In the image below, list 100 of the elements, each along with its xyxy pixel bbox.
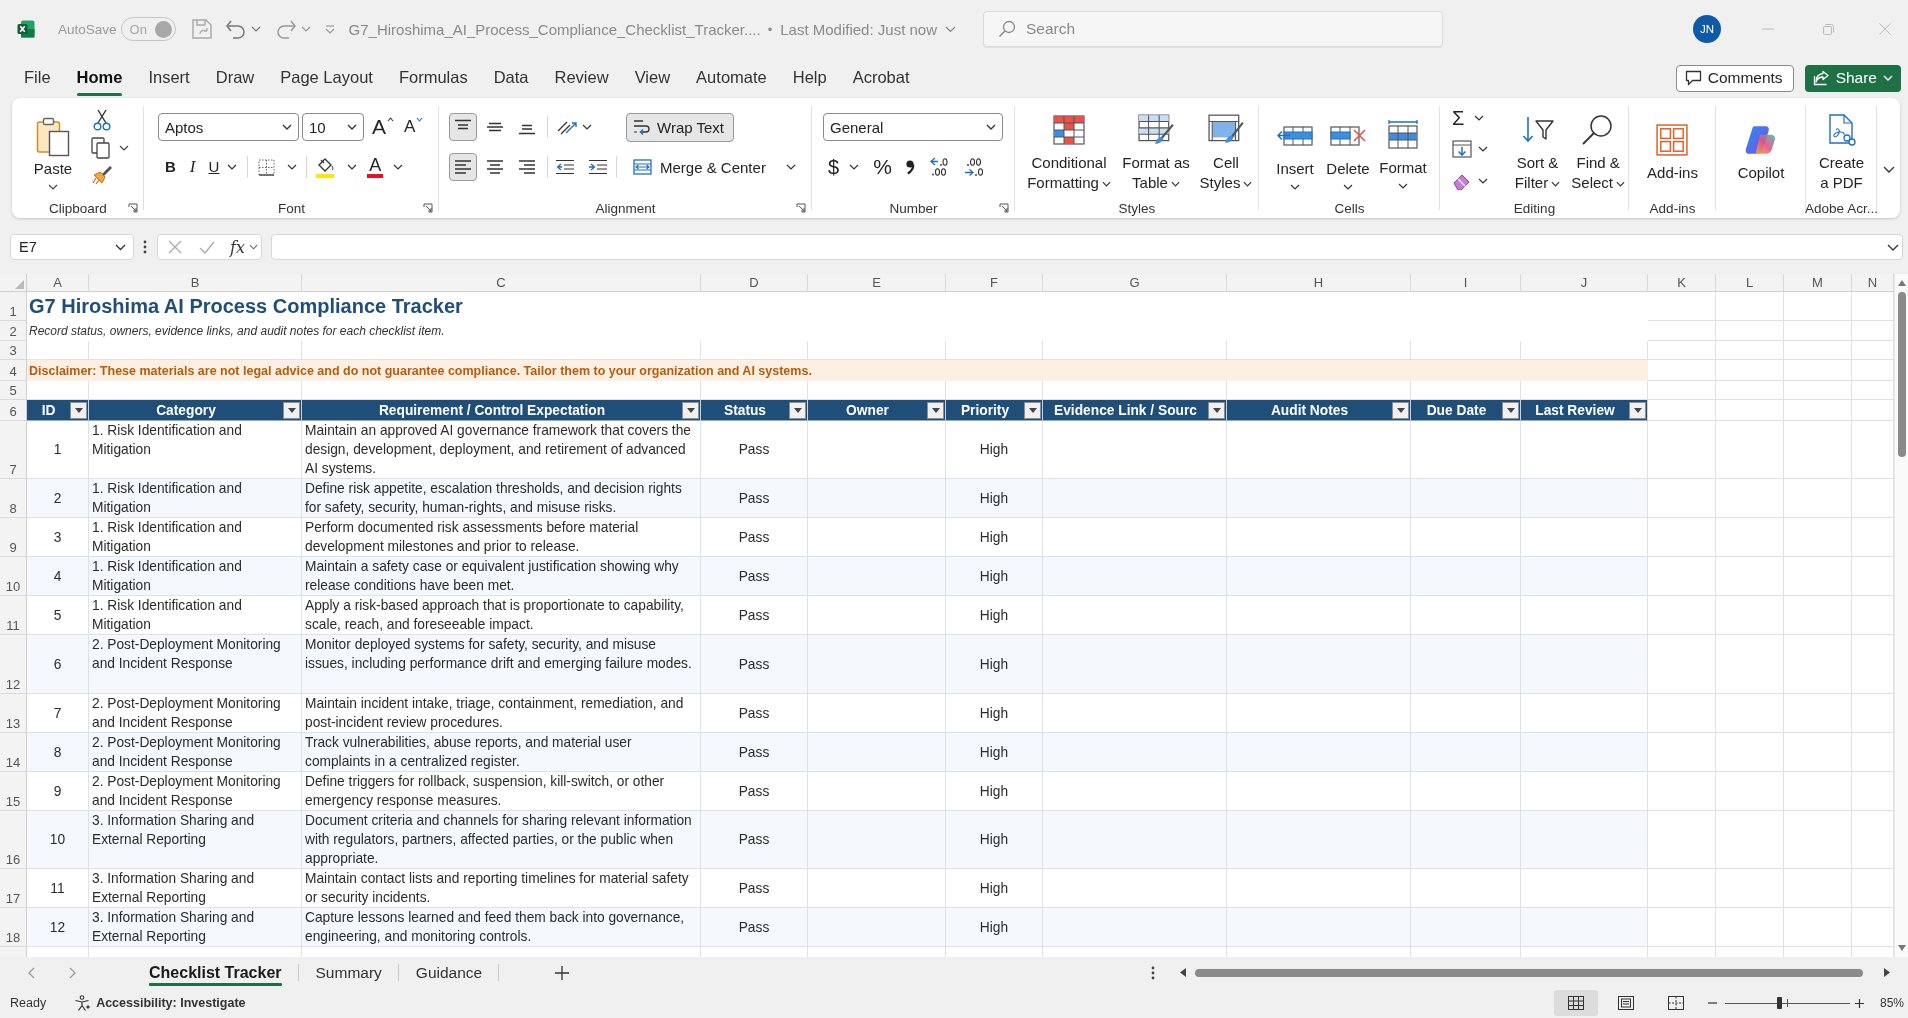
column-heading[interactable]: K (1648, 274, 1716, 292)
underline-button[interactable]: U (208, 157, 220, 177)
decrease-indent-icon[interactable] (555, 159, 575, 175)
delete-cells-button[interactable]: Delete (1321, 98, 1375, 198)
font-name-dropdown[interactable]: Aptos (158, 113, 299, 141)
scrollbar-thumb[interactable] (1195, 968, 1863, 977)
name-box[interactable]: E7 (10, 234, 134, 260)
vertical-scrollbar[interactable] (1894, 274, 1908, 957)
account-avatar[interactable]: JN (1693, 15, 1721, 43)
filter-button[interactable] (1502, 401, 1519, 419)
sort-filter-button[interactable]: Sort & Filter (1507, 98, 1568, 198)
sheet-tab[interactable]: Guidance (398, 957, 500, 988)
more-options-icon[interactable] (1151, 965, 1155, 980)
comma-style-icon[interactable] (904, 159, 915, 175)
filter-button[interactable] (789, 401, 806, 419)
column-heading[interactable]: N (1852, 274, 1894, 292)
fill-down-icon[interactable] (1452, 140, 1472, 158)
create-pdf-button[interactable]: Create a PDF (1815, 98, 1868, 198)
menu-tab[interactable]: Draw (215, 60, 255, 96)
font-size-dropdown[interactable]: 10 (302, 113, 364, 141)
formula-input[interactable] (271, 234, 1903, 260)
caret-icon[interactable] (1474, 115, 1485, 121)
column-heading[interactable]: L (1716, 274, 1784, 292)
row-heading[interactable]: 13 (0, 694, 27, 733)
borders-icon[interactable] (258, 158, 276, 176)
grow-font-button[interactable]: A (372, 117, 394, 137)
merge-center-button[interactable]: Merge & Center (627, 153, 796, 181)
caret-icon[interactable] (393, 164, 404, 170)
accessibility-status[interactable]: Accessibility: Investigate (96, 996, 246, 1010)
row-heading[interactable]: 10 (0, 557, 27, 596)
menu-tab[interactable]: Home (76, 60, 123, 96)
paste-button[interactable]: Paste (29, 98, 77, 198)
menu-tab[interactable]: Page Layout (280, 60, 373, 96)
shrink-font-button[interactable]: A (404, 117, 424, 137)
increase-indent-icon[interactable] (588, 159, 608, 175)
insert-function-button[interactable]: fx (230, 237, 245, 257)
row-heading[interactable]: 17 (0, 869, 27, 908)
column-heading[interactable]: C (302, 274, 701, 292)
filter-button[interactable] (682, 401, 699, 419)
italic-button[interactable]: I (189, 157, 196, 177)
filter-button[interactable] (283, 401, 300, 419)
row-heading[interactable]: 4 (0, 360, 27, 381)
row-heading[interactable]: 15 (0, 772, 27, 811)
scissors-icon[interactable] (93, 109, 111, 131)
eraser-icon[interactable] (1452, 172, 1472, 190)
menu-tab[interactable]: Formulas (398, 60, 468, 96)
checkmark-icon[interactable] (199, 240, 215, 254)
column-heading[interactable]: A (27, 274, 89, 292)
row-heading[interactable]: 12 (0, 635, 27, 694)
add-ins-button[interactable]: Add-ins (1647, 98, 1698, 198)
share-button[interactable]: Share (1804, 64, 1901, 92)
copilot-button[interactable]: Copilot (1737, 98, 1785, 198)
increase-decimal-icon[interactable] (928, 157, 951, 177)
menu-tab[interactable]: Insert (148, 60, 190, 96)
filter-button[interactable] (1392, 401, 1409, 419)
filter-button[interactable] (927, 401, 944, 419)
menu-tab[interactable]: File (24, 60, 51, 96)
chevron-down-icon[interactable] (1887, 243, 1899, 251)
column-heading[interactable]: E (808, 274, 946, 292)
menu-tab[interactable]: Help (792, 60, 827, 96)
column-heading[interactable]: D (701, 274, 808, 292)
caret-icon[interactable] (287, 164, 298, 170)
row-heading[interactable]: 9 (0, 518, 27, 557)
row-heading[interactable]: 11 (0, 596, 27, 635)
menu-tab[interactable]: Review (554, 60, 609, 96)
zoom-level[interactable]: 85% (1879, 996, 1904, 1010)
row-heading[interactable]: 18 (0, 908, 27, 947)
menu-tab[interactable]: View (634, 60, 671, 96)
column-heading[interactable]: B (89, 274, 302, 292)
filter-button[interactable] (70, 401, 87, 419)
caret-icon[interactable] (582, 124, 592, 130)
undo-icon[interactable] (224, 19, 247, 39)
caret-icon[interactable] (1478, 178, 1488, 184)
cell-styles-button[interactable]: Cell Styles (1195, 98, 1257, 198)
bold-button[interactable]: B (165, 157, 176, 177)
collapse-ribbon-icon[interactable] (1882, 166, 1895, 173)
row-heading[interactable]: 7 (0, 421, 27, 479)
copy-icon[interactable] (91, 137, 111, 159)
insert-cells-button[interactable]: Insert (1269, 98, 1321, 198)
caret-icon[interactable] (849, 164, 860, 170)
sheet-tab[interactable]: Checklist Tracker (132, 957, 299, 988)
comments-button[interactable]: Comments (1675, 64, 1794, 92)
row-heading[interactable]: 3 (0, 341, 27, 360)
paintbrush-icon[interactable] (91, 165, 113, 185)
dialog-launcher-icon[interactable] (796, 203, 806, 213)
format-cells-button[interactable]: Format (1375, 98, 1431, 198)
dialog-launcher-icon[interactable] (128, 203, 138, 213)
sheet-tab[interactable]: Summary (298, 957, 399, 988)
column-heading[interactable]: J (1521, 274, 1648, 292)
filter-button[interactable] (1208, 401, 1225, 419)
scrollbar-thumb[interactable] (1897, 292, 1906, 457)
autosum-button[interactable]: Σ (1452, 108, 1465, 128)
scroll-down-icon[interactable] (1897, 945, 1906, 951)
menu-tab[interactable]: Acrobat (852, 60, 910, 96)
caret-icon[interactable] (1478, 146, 1488, 152)
wrap-text-button[interactable]: Wrap Text (626, 112, 734, 142)
row-heading[interactable]: 6 (0, 400, 27, 421)
scroll-left-icon[interactable] (1180, 968, 1186, 977)
fill-bucket-icon[interactable] (315, 156, 336, 178)
row-heading[interactable]: 16 (0, 811, 27, 869)
